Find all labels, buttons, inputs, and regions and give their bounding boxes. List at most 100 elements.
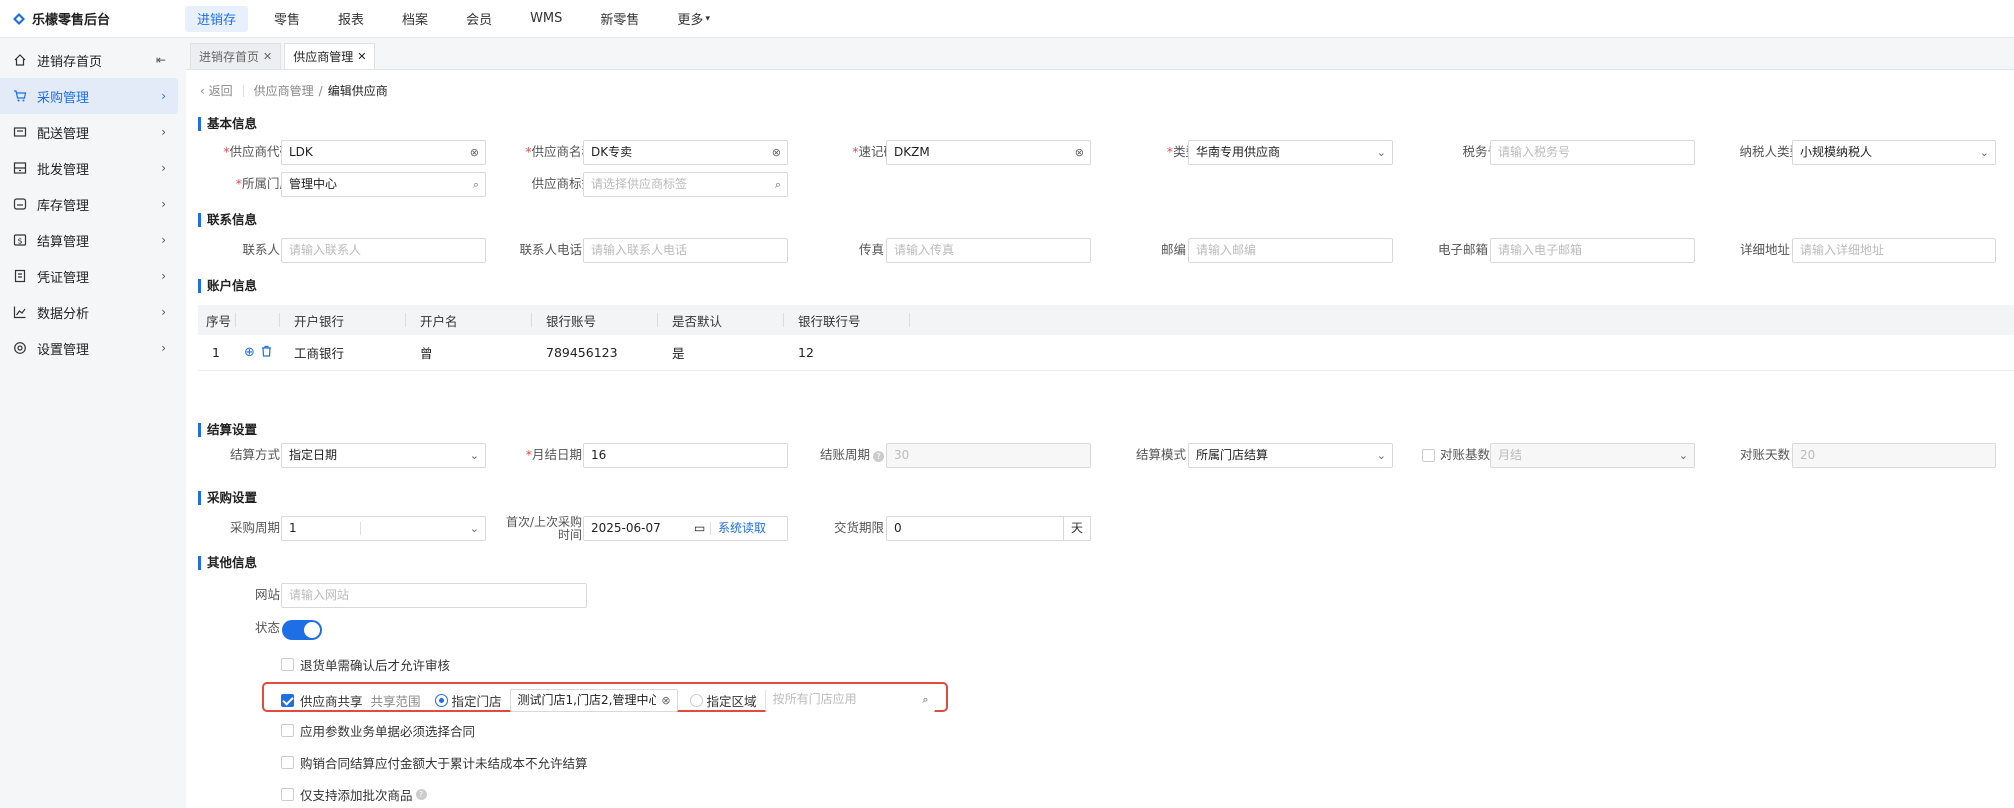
app-logo[interactable]: 乐檬零售后台 xyxy=(0,9,185,28)
share-checkbox[interactable] xyxy=(281,694,294,707)
radio-specified-region[interactable] xyxy=(689,694,703,707)
supplier-name-value: DK专卖 xyxy=(591,145,633,159)
sidebar-item-purchase[interactable]: 采购管理 › xyxy=(0,78,178,114)
delete-row-icon[interactable] xyxy=(261,345,272,360)
purchase-period-select[interactable]: 1 ⌄ xyxy=(281,516,486,541)
back-button[interactable]: ‹ 返回 xyxy=(200,82,233,99)
supplier-name-input[interactable]: DK专卖 ⊗ xyxy=(583,140,788,165)
nav-inventory[interactable]: 进销存 xyxy=(185,5,249,32)
search-icon[interactable]: ⌕ xyxy=(775,173,781,196)
clear-icon[interactable]: ⊗ xyxy=(772,141,781,164)
add-row-icon[interactable]: ⊕ xyxy=(244,345,255,360)
search-icon[interactable]: ⌕ xyxy=(473,173,479,196)
cell-union[interactable]: 12 xyxy=(784,335,910,370)
nav-wms[interactable]: WMS xyxy=(518,6,574,32)
checkbox[interactable] xyxy=(281,788,294,801)
checkbox[interactable] xyxy=(281,724,294,737)
nav-archive[interactable]: 档案 xyxy=(390,6,440,32)
email-input[interactable]: 请输入电子邮箱 xyxy=(1490,238,1695,263)
email-label: 电子邮箱 xyxy=(1437,242,1488,257)
store-input[interactable]: 管理中心 ⌕ xyxy=(281,172,486,197)
sidebar-item-home[interactable]: 进销存首页 ⇤ xyxy=(0,42,178,78)
main-content: ‹ 返回 供应商管理 / 编辑供应商 基本信息 *供应商代码 LDK ⊗ *供应商… xyxy=(186,70,2014,808)
clear-icon[interactable]: ⊗ xyxy=(661,690,670,711)
nav-more-label: 更多 xyxy=(677,13,704,28)
clear-icon[interactable]: ⊗ xyxy=(1075,141,1084,164)
chevron-down-icon: ⌄ xyxy=(469,449,479,462)
section-title-purchase: 采购设置 xyxy=(198,491,257,505)
supplier-tag-input[interactable]: 请选择供应商标签 ⌕ xyxy=(583,172,788,197)
top-nav: 进销存 零售 报表 档案 会员 WMS 新零售 更多 ▾ xyxy=(185,5,736,32)
checkbox[interactable] xyxy=(281,658,294,671)
contact-phone-input[interactable]: 请输入联系人电话 xyxy=(583,238,788,263)
nav-more[interactable]: 更多 ▾ xyxy=(665,6,722,32)
settle-method-select[interactable]: 指定日期 ⌄ xyxy=(281,443,486,468)
supplier-tag-placeholder: 请选择供应商标签 xyxy=(591,177,688,191)
first-purchase-date[interactable]: 2025-06-07 ▭ 系统读取 xyxy=(583,516,788,541)
status-toggle[interactable] xyxy=(282,620,322,640)
help-icon[interactable]: ? xyxy=(873,451,884,462)
close-icon[interactable]: ✕ xyxy=(263,50,272,63)
clear-icon[interactable]: ⊗ xyxy=(470,141,479,164)
type-select[interactable]: 华南专用供应商 ⌄ xyxy=(1188,140,1393,165)
sidebar-item-stock[interactable]: 库存管理 › xyxy=(0,186,178,222)
taxpayer-type-select[interactable]: 小规模纳税人 ⌄ xyxy=(1792,140,1996,165)
row-actions: ⊕ xyxy=(236,335,280,370)
recon-base-select: 月结 ⌄ xyxy=(1490,443,1695,468)
sidebar-item-analytics[interactable]: 数据分析 › xyxy=(0,294,178,330)
recon-base-checkbox[interactable] xyxy=(1421,448,1435,462)
sidebar-item-settlement[interactable]: $ 结算管理 › xyxy=(0,222,178,258)
delivery-deadline-input[interactable]: 0 xyxy=(886,516,1064,541)
cell-default[interactable]: 是 xyxy=(658,335,784,370)
option-batch-only[interactable]: 仅支持添加批次商品? xyxy=(281,785,427,804)
calendar-icon[interactable]: ▭ xyxy=(694,517,705,540)
website-input[interactable]: 请输入网站 xyxy=(281,583,587,608)
tab-supplier-management[interactable]: 供应商管理 ✕ xyxy=(284,43,376,69)
nav-new-retail[interactable]: 新零售 xyxy=(588,6,651,32)
checkbox[interactable] xyxy=(281,756,294,769)
fax-input[interactable]: 请输入传真 xyxy=(886,238,1091,263)
cell-holder[interactable]: 曾 xyxy=(406,335,532,370)
sidebar-item-distribution[interactable]: 配送管理 › xyxy=(0,114,178,150)
tax-number-input[interactable]: 请输入税务号 xyxy=(1490,140,1695,165)
option-settle-limit[interactable]: 购销合同结算应付金额大于累计未结成本不允许结算 xyxy=(281,753,588,772)
settle-mode-select[interactable]: 所属门店结算 ⌄ xyxy=(1188,443,1393,468)
supplier-code-input[interactable]: LDK ⊗ xyxy=(281,140,486,165)
help-icon[interactable]: ? xyxy=(415,789,427,800)
collapse-sidebar-icon[interactable]: ⇤ xyxy=(156,53,166,67)
zip-label: 邮编 xyxy=(1160,242,1186,257)
nav-member[interactable]: 会员 xyxy=(454,6,504,32)
contact-person-input[interactable]: 请输入联系人 xyxy=(281,238,486,263)
quick-code-input[interactable]: DKZM ⊗ xyxy=(886,140,1091,165)
sidebar-item-voucher[interactable]: 凭证管理 › xyxy=(0,258,178,294)
system-read-button[interactable]: 系统读取 xyxy=(718,517,766,540)
address-input[interactable]: 请输入详细地址 xyxy=(1792,238,1996,263)
monthly-day-input[interactable]: 16 xyxy=(583,443,788,468)
option-return-confirm[interactable]: 退货单需确认后才允许审核 xyxy=(281,655,450,674)
nav-retail[interactable]: 零售 xyxy=(262,6,312,32)
option-contract-required[interactable]: 应用参数业务单据必须选择合同 xyxy=(281,721,475,740)
sidebar-item-wholesale[interactable]: 批发管理 › xyxy=(0,150,178,186)
region-input[interactable]: 按所有门店应用 ⌕ xyxy=(764,689,935,712)
search-icon[interactable]: ⌕ xyxy=(922,689,928,710)
close-icon[interactable]: ✕ xyxy=(357,50,366,63)
tax-number-label: 税务号 xyxy=(1462,144,1500,159)
breadcrumb-slash: / xyxy=(318,83,323,98)
specified-store-input[interactable]: 测试门店1,门店2,管理中心 ⊗ xyxy=(509,689,678,712)
tab-inventory-home[interactable]: 进销存首页 ✕ xyxy=(190,43,282,69)
document-icon xyxy=(12,268,28,284)
zip-input[interactable]: 请输入邮编 xyxy=(1188,238,1393,263)
tab-label: 进销存首页 xyxy=(199,50,260,64)
col-header-actions xyxy=(236,305,280,335)
nav-reports[interactable]: 报表 xyxy=(326,6,376,32)
sidebar-item-settings[interactable]: 设置管理 › xyxy=(0,330,178,366)
cell-account[interactable]: 789456123 xyxy=(532,335,658,370)
recon-base-label-text: 对账基数 xyxy=(1439,447,1490,462)
cell-bank[interactable]: 工商银行 xyxy=(280,335,406,370)
contact-phone-label: 联系人电话 xyxy=(519,242,582,257)
chevron-right-icon: › xyxy=(161,305,166,319)
breadcrumb-parent[interactable]: 供应商管理 xyxy=(254,82,314,99)
radio-specified-store[interactable] xyxy=(434,694,448,707)
chevron-down-icon: ⌄ xyxy=(469,522,479,535)
divider xyxy=(242,84,244,97)
